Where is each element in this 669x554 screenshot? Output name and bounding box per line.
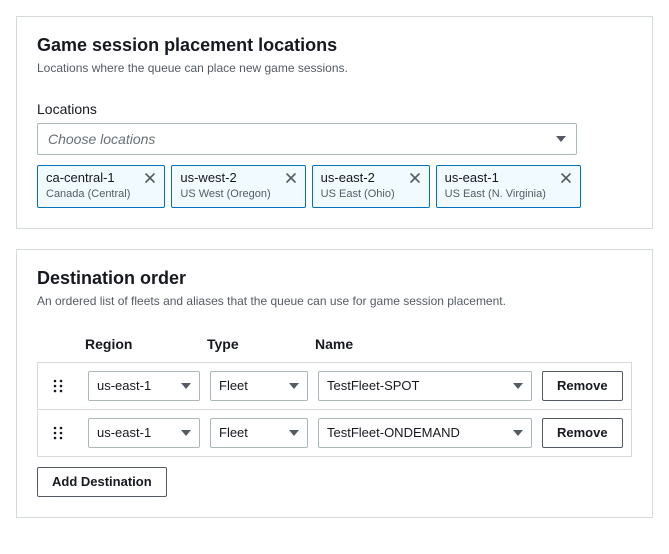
location-tag-code: ca-central-1	[46, 170, 130, 187]
location-tag-name: Canada (Central)	[46, 187, 130, 201]
remove-button[interactable]: Remove	[542, 371, 623, 401]
destination-desc: An ordered list of fleets and aliases th…	[37, 293, 632, 310]
location-tags: ca-central-1 Canada (Central) us-west-2 …	[37, 165, 632, 208]
locations-select-placeholder: Choose locations	[48, 131, 155, 147]
location-tag: us-east-1 US East (N. Virginia)	[436, 165, 581, 208]
location-tag-name: US East (Ohio)	[321, 187, 395, 201]
placement-header: Game session placement locations Locatio…	[17, 17, 652, 89]
close-icon[interactable]	[285, 170, 297, 184]
region-select[interactable]: us-east-1	[88, 418, 200, 448]
chevron-down-icon	[181, 383, 191, 389]
destination-table-head: Region Type Name	[37, 336, 632, 352]
close-icon[interactable]	[560, 170, 572, 184]
location-tag-code: us-west-2	[180, 170, 270, 187]
name-value: TestFleet-ONDEMAND	[327, 425, 460, 440]
drag-handle-icon[interactable]	[38, 379, 78, 393]
name-value: TestFleet-SPOT	[327, 378, 419, 393]
destination-panel: Destination order An ordered list of fle…	[16, 249, 653, 518]
destination-row: us-east-1 Fleet TestFleet-ONDEMAND Remov…	[37, 410, 632, 457]
chevron-down-icon	[513, 430, 523, 436]
locations-select[interactable]: Choose locations	[37, 123, 577, 155]
chevron-down-icon	[556, 136, 566, 142]
column-region: Region	[85, 336, 207, 352]
location-tag-name: US East (N. Virginia)	[445, 187, 546, 201]
location-tag: us-west-2 US West (Oregon)	[171, 165, 305, 208]
type-select[interactable]: Fleet	[210, 418, 308, 448]
name-select[interactable]: TestFleet-ONDEMAND	[318, 418, 532, 448]
chevron-down-icon	[513, 383, 523, 389]
location-tag-code: us-east-1	[445, 170, 546, 187]
region-select[interactable]: us-east-1	[88, 371, 200, 401]
destination-row: us-east-1 Fleet TestFleet-SPOT Remove	[37, 362, 632, 410]
location-tag: ca-central-1 Canada (Central)	[37, 165, 165, 208]
column-type: Type	[207, 336, 315, 352]
destination-title: Destination order	[37, 268, 632, 289]
location-tag: us-east-2 US East (Ohio)	[312, 165, 430, 208]
remove-button[interactable]: Remove	[542, 418, 623, 448]
name-select[interactable]: TestFleet-SPOT	[318, 371, 532, 401]
location-tag-code: us-east-2	[321, 170, 395, 187]
chevron-down-icon	[181, 430, 191, 436]
placement-panel: Game session placement locations Locatio…	[16, 16, 653, 229]
type-select[interactable]: Fleet	[210, 371, 308, 401]
type-value: Fleet	[219, 378, 248, 393]
column-name: Name	[315, 336, 539, 352]
region-value: us-east-1	[97, 378, 151, 393]
placement-desc: Locations where the queue can place new …	[37, 60, 632, 77]
close-icon[interactable]	[144, 170, 156, 184]
close-icon[interactable]	[409, 170, 421, 184]
type-value: Fleet	[219, 425, 248, 440]
drag-handle-icon[interactable]	[38, 426, 78, 440]
chevron-down-icon	[289, 383, 299, 389]
destination-header: Destination order An ordered list of fle…	[17, 250, 652, 322]
placement-title: Game session placement locations	[37, 35, 632, 56]
locations-label: Locations	[37, 101, 632, 117]
add-destination-button[interactable]: Add Destination	[37, 467, 167, 497]
location-tag-name: US West (Oregon)	[180, 187, 270, 201]
chevron-down-icon	[289, 430, 299, 436]
region-value: us-east-1	[97, 425, 151, 440]
